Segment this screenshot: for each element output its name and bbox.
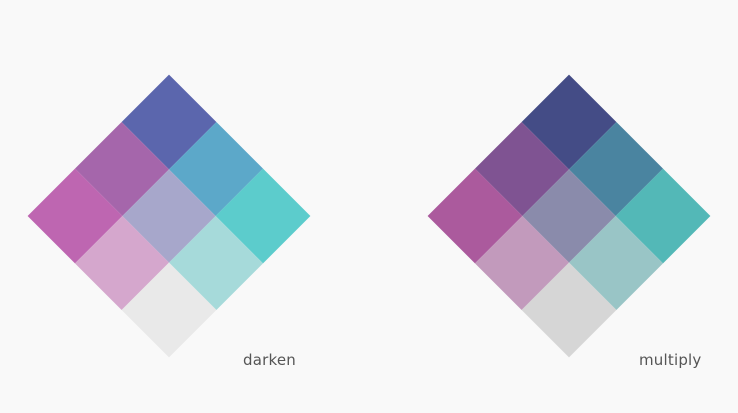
multiply-diamond [427, 74, 711, 358]
multiply-demo: multiply [369, 0, 738, 413]
darken-demo: darken [0, 0, 369, 413]
darken-diamond [27, 74, 311, 358]
darken-caption: darken [243, 351, 296, 369]
multiply-caption: multiply [639, 351, 702, 369]
